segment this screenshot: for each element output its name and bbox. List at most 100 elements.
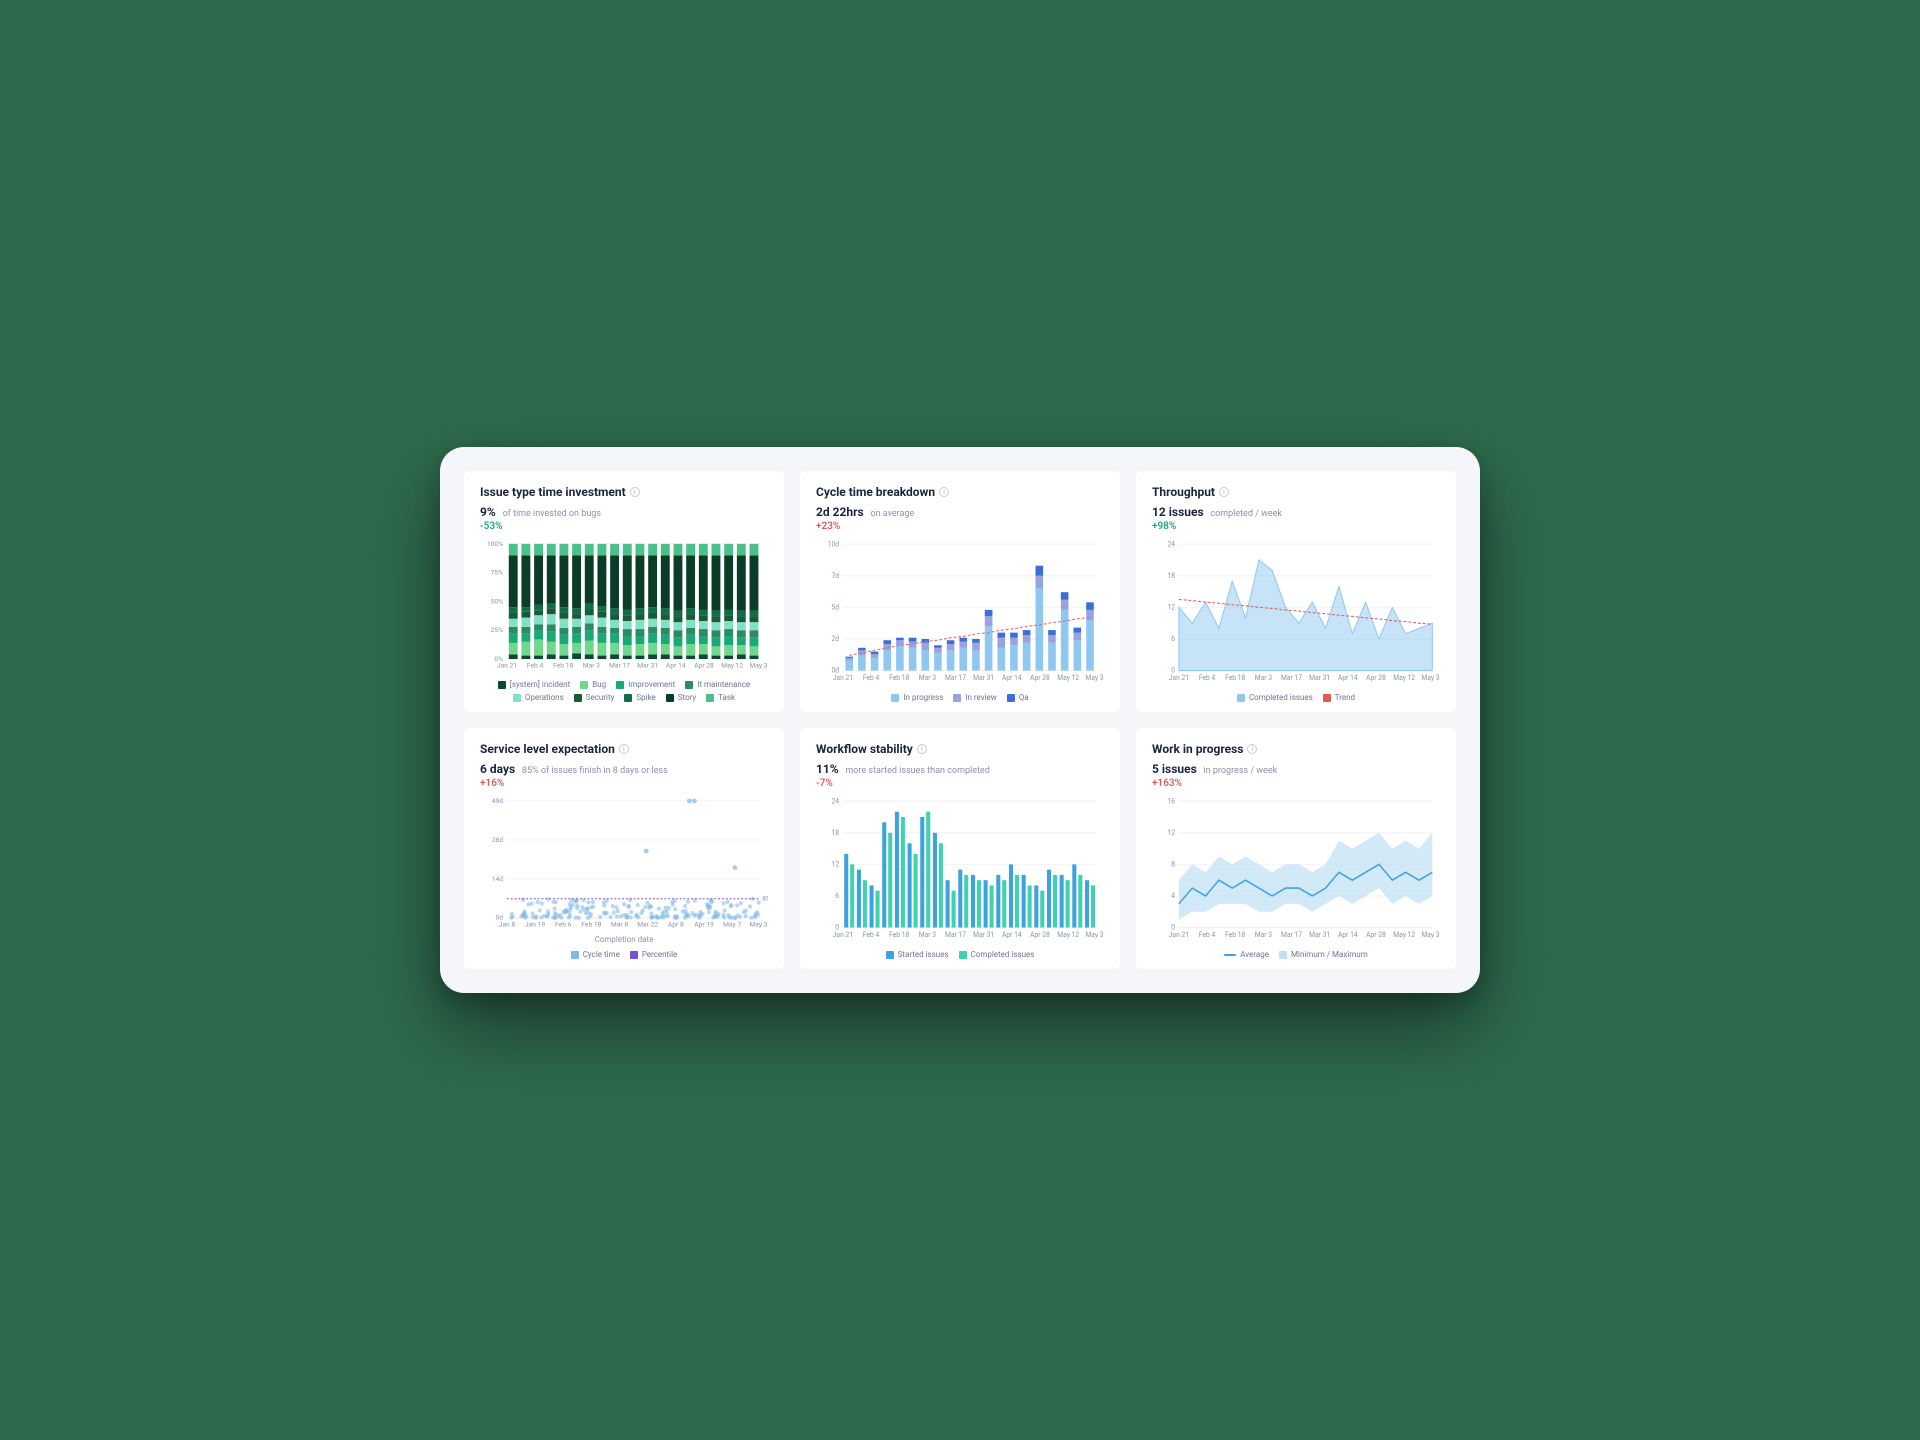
legend-item: Operations bbox=[513, 693, 564, 702]
legend-label: Average bbox=[1240, 950, 1269, 959]
metric-sub: of time invested on bugs bbox=[503, 509, 601, 519]
metric-value: 12 issues bbox=[1152, 505, 1204, 519]
svg-text:Mar 31: Mar 31 bbox=[1309, 672, 1330, 681]
svg-text:Jan 21: Jan 21 bbox=[1169, 930, 1189, 939]
svg-text:2d: 2d bbox=[831, 633, 839, 642]
card-title: Issue type time investment i bbox=[480, 485, 768, 499]
info-icon[interactable]: i bbox=[939, 487, 949, 497]
legend-item: In review bbox=[953, 693, 996, 702]
svg-text:May 12: May 12 bbox=[1393, 672, 1415, 681]
card-wip: Work in progress i 5 issues in progress … bbox=[1136, 728, 1456, 969]
delta: -7% bbox=[816, 778, 1104, 789]
legend-swatch bbox=[685, 681, 693, 689]
title-text: Cycle time breakdown bbox=[816, 485, 935, 499]
dashboard-device: Issue type time investment i 9% of time … bbox=[440, 447, 1480, 994]
svg-text:May 12: May 12 bbox=[1393, 930, 1415, 939]
legend-label: Minimum / Maximum bbox=[1291, 950, 1368, 959]
svg-text:Mar 17: Mar 17 bbox=[1281, 930, 1302, 939]
metric-value: 11% bbox=[816, 762, 839, 776]
svg-text:8: 8 bbox=[1171, 859, 1175, 868]
svg-text:Jan 19: Jan 19 bbox=[525, 921, 545, 929]
svg-text:May 31: May 31 bbox=[1421, 930, 1440, 939]
svg-text:May 31: May 31 bbox=[1085, 930, 1104, 939]
legend-item: Story bbox=[666, 693, 696, 702]
legend-label: In progress bbox=[903, 693, 943, 702]
svg-text:Apr 28: Apr 28 bbox=[1366, 672, 1386, 681]
chart-sle: 0d14d28d49dJan 8Jan 19Feb 6Feb 18Mar 8Ma… bbox=[480, 797, 768, 933]
metric-sub: completed / week bbox=[1210, 509, 1282, 519]
legend-label: Started issues bbox=[898, 950, 949, 959]
legend-swatch bbox=[580, 681, 588, 689]
legend-swatch bbox=[1007, 694, 1015, 702]
svg-text:Apr 28: Apr 28 bbox=[1030, 930, 1050, 939]
xlabel: Completion date bbox=[480, 935, 768, 944]
legend-swatch bbox=[666, 694, 674, 702]
legend-item: Cycle time bbox=[571, 950, 620, 959]
svg-text:May 31: May 31 bbox=[749, 661, 768, 669]
legend-item: Improvement bbox=[616, 680, 675, 689]
svg-text:85th: 85th bbox=[762, 895, 768, 903]
card-title: Throughput i bbox=[1152, 485, 1440, 499]
svg-text:Jan 21: Jan 21 bbox=[1169, 672, 1189, 681]
info-icon[interactable]: i bbox=[619, 744, 629, 754]
legend-swatch bbox=[1323, 694, 1331, 702]
legend-label: Story bbox=[678, 693, 696, 702]
legend-item: Completed issues bbox=[959, 950, 1035, 959]
legend-swatch bbox=[571, 951, 579, 959]
legend-swatch bbox=[616, 681, 624, 689]
legend-item: Minimum / Maximum bbox=[1279, 950, 1368, 959]
legend-swatch bbox=[1224, 954, 1236, 956]
legend-label: Percentile bbox=[642, 950, 677, 959]
svg-text:Apr 14: Apr 14 bbox=[1338, 672, 1358, 681]
info-icon[interactable]: i bbox=[630, 487, 640, 497]
chart-workflow: 06121824Jan 21Feb 4Feb 18Mar 3Mar 17Mar … bbox=[816, 797, 1104, 944]
metric-sub: 85% of issues finish in 8 days or less bbox=[522, 766, 668, 776]
legend-label: It maintenance bbox=[697, 680, 750, 689]
svg-text:Feb 18: Feb 18 bbox=[889, 672, 909, 681]
legend-label: Completed issues bbox=[971, 950, 1035, 959]
legend-swatch bbox=[513, 694, 521, 702]
legend-item: Percentile bbox=[630, 950, 677, 959]
svg-text:Mar 17: Mar 17 bbox=[945, 672, 966, 681]
legend-swatch bbox=[706, 694, 714, 702]
legend: Started issues Completed issues bbox=[816, 950, 1104, 959]
svg-text:Feb 18: Feb 18 bbox=[1225, 930, 1245, 939]
info-icon[interactable]: i bbox=[917, 744, 927, 754]
legend: Average Minimum / Maximum bbox=[1152, 950, 1440, 959]
legend-item: Task bbox=[706, 693, 735, 702]
svg-text:May 7: May 7 bbox=[723, 921, 741, 929]
svg-text:4: 4 bbox=[1171, 891, 1175, 900]
svg-text:Mar 17: Mar 17 bbox=[1281, 672, 1302, 681]
svg-text:49d: 49d bbox=[492, 797, 504, 805]
svg-text:Jan 21: Jan 21 bbox=[497, 661, 517, 669]
svg-text:Mar 22: Mar 22 bbox=[637, 921, 658, 929]
svg-text:Mar 17: Mar 17 bbox=[945, 930, 966, 939]
svg-text:Apr 14: Apr 14 bbox=[1002, 930, 1022, 939]
delta: -53% bbox=[480, 521, 768, 532]
svg-text:Feb 6: Feb 6 bbox=[555, 921, 572, 929]
svg-text:Jan 21: Jan 21 bbox=[833, 672, 853, 681]
legend-swatch bbox=[630, 951, 638, 959]
legend-item: Spike bbox=[624, 693, 655, 702]
legend-label: Completed issues bbox=[1249, 693, 1313, 702]
card-cycle-time: Cycle time breakdown i 2d 22hrs on avera… bbox=[800, 471, 1120, 712]
svg-text:Mar 3: Mar 3 bbox=[1255, 930, 1272, 939]
metric-row: 11% more started issues than completed bbox=[816, 762, 1104, 776]
info-icon[interactable]: i bbox=[1247, 744, 1257, 754]
svg-text:100%: 100% bbox=[487, 540, 503, 548]
svg-text:Mar 3: Mar 3 bbox=[583, 661, 600, 669]
legend-label: [system] incident bbox=[510, 680, 570, 689]
svg-text:24: 24 bbox=[1167, 540, 1175, 548]
card-workflow: Workflow stability i 11% more started is… bbox=[800, 728, 1120, 969]
info-icon[interactable]: i bbox=[1219, 487, 1229, 497]
legend-item: Trend bbox=[1323, 693, 1355, 702]
chart-throughput: 06121824Jan 21Feb 4Feb 18Mar 3Mar 17Mar … bbox=[1152, 540, 1440, 687]
svg-text:16: 16 bbox=[1167, 797, 1175, 805]
legend: Cycle time Percentile bbox=[480, 950, 768, 959]
legend-item: Bug bbox=[580, 680, 606, 689]
svg-text:75%: 75% bbox=[491, 568, 504, 576]
svg-text:Apr 14: Apr 14 bbox=[1338, 930, 1358, 939]
svg-text:Feb 18: Feb 18 bbox=[1225, 672, 1245, 681]
metric-row: 2d 22hrs on average bbox=[816, 505, 1104, 519]
card-throughput: Throughput i 12 issues completed / week … bbox=[1136, 471, 1456, 712]
